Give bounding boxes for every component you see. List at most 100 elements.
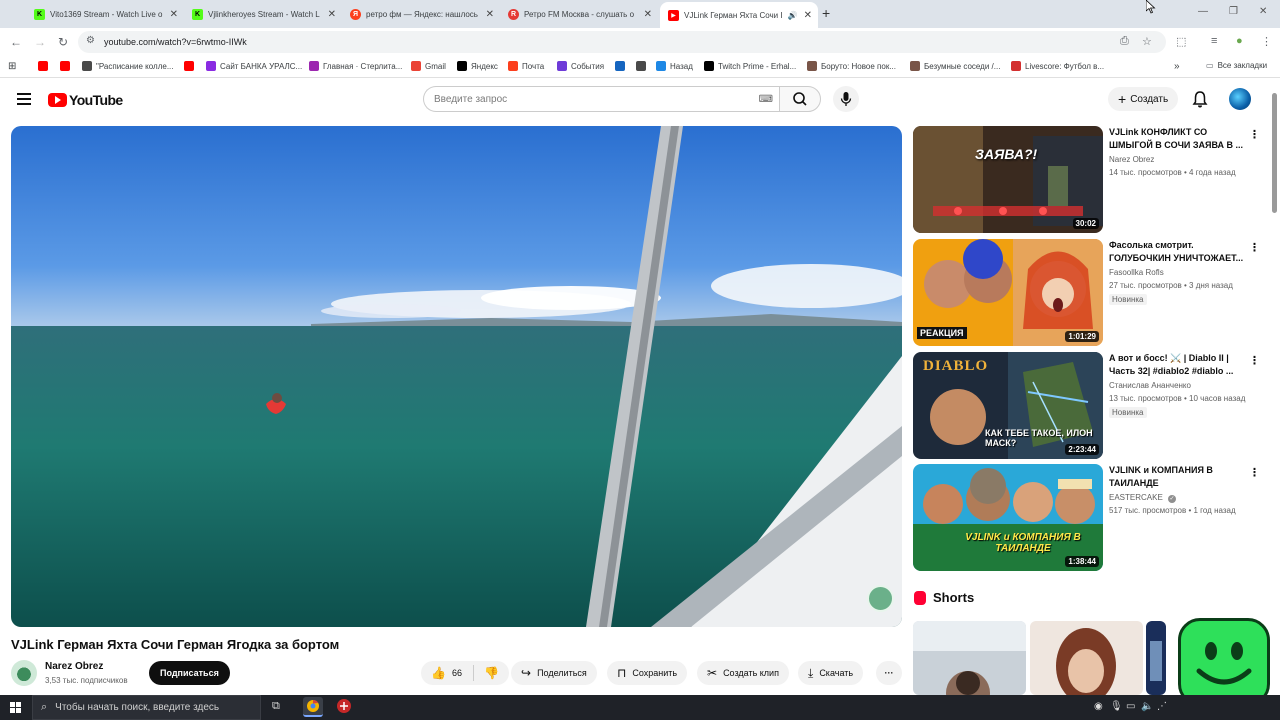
bookmark-item[interactable]: Livescore: Футбол в... xyxy=(1011,61,1104,71)
bookmark-item[interactable]: Gmail xyxy=(411,61,446,71)
reading-list-icon[interactable]: ≡ xyxy=(1211,35,1217,47)
browser-tab[interactable]: Я ретро фм — Яндекс: нашлось ✕ xyxy=(342,4,500,24)
bookmark-item[interactable]: Сайт БАНКА УРАЛС... xyxy=(206,61,302,71)
site-info-icon[interactable]: ⚙ xyxy=(86,35,95,46)
more-bookmarks-icon[interactable]: » xyxy=(1174,61,1180,72)
short-thumbnail[interactable] xyxy=(913,621,1026,695)
omnibox[interactable]: ⚙ youtube.com/watch?v=6rwtmo-IIWk ⎙ ☆ xyxy=(78,31,1166,53)
bookmark-item[interactable]: Безумные соседи /... xyxy=(910,61,1000,71)
voice-search-button[interactable] xyxy=(833,86,859,112)
recommendation-title[interactable]: А вот и босс! ⚔️ | Diablo II | Часть 32|… xyxy=(1109,352,1245,378)
search-input[interactable]: Введите запрос ⌨ xyxy=(423,86,779,112)
search-button[interactable] xyxy=(779,86,821,112)
close-tab-icon[interactable]: ✕ xyxy=(328,9,336,20)
more-actions-button[interactable]: ··· xyxy=(876,661,902,685)
recommendation-channel[interactable]: EASTERCAKE ✓ xyxy=(1109,493,1177,503)
close-tab-icon[interactable]: ✕ xyxy=(486,9,494,20)
channel-watermark[interactable] xyxy=(867,585,894,612)
bookmark-item[interactable]: Twitch Prime - Erhal... xyxy=(704,61,796,71)
recommendation-channel[interactable]: Narez Obrez xyxy=(1109,155,1154,164)
bookmark-item[interactable]: Яндекс xyxy=(457,61,498,71)
forward-icon[interactable]: → xyxy=(34,35,46,49)
youtube-logo[interactable]: YouTube xyxy=(48,92,123,108)
profile-icon[interactable]: ● xyxy=(1236,35,1243,47)
kebab-menu-icon[interactable]: ⋮ xyxy=(1249,466,1260,479)
app-taskbar-icon[interactable] xyxy=(336,698,352,714)
back-icon[interactable]: ← xyxy=(10,35,22,49)
subscribe-button[interactable]: Подписаться xyxy=(149,661,230,685)
video-thumbnail[interactable]: РЕАКЦИЯ 1:01:29 xyxy=(913,239,1103,346)
url-text[interactable]: youtube.com/watch?v=6rwtmo-IIWk xyxy=(104,37,247,47)
all-bookmarks-folder[interactable]: ▭ Все закладки xyxy=(1206,61,1267,70)
bookmark-item[interactable]: "Расписание колле... xyxy=(82,61,173,71)
reload-icon[interactable]: ↻ xyxy=(58,35,68,49)
volume-icon[interactable]: 🔈 xyxy=(1141,701,1153,712)
recommendation-channel[interactable]: Fasoollka Rofls xyxy=(1109,268,1164,277)
create-button[interactable]: + Создать xyxy=(1108,87,1179,111)
restore-icon[interactable]: ❐ xyxy=(1229,6,1238,17)
taskbar-search-input[interactable]: ⌕ Чтобы начать поиск, введите здесь xyxy=(32,695,261,720)
bookmark-item[interactable] xyxy=(38,61,52,71)
browser-menu-icon[interactable]: ⋮ xyxy=(1261,35,1272,48)
speaker-icon[interactable]: 🔊 xyxy=(788,11,798,20)
video-player[interactable] xyxy=(11,126,902,627)
channel-avatar[interactable] xyxy=(11,660,37,686)
kebab-menu-icon[interactable]: ⋮ xyxy=(1249,241,1260,254)
notifications-bell-icon[interactable] xyxy=(1192,90,1208,108)
video-thumbnail[interactable]: DIABLO КАК ТЕБЕ ТАКОЕ, ИЛОН МАСК? 2:23:4… xyxy=(913,352,1103,459)
tray-more-icon[interactable]: ⋰ xyxy=(1157,701,1167,712)
bookmark-item[interactable]: Главная · Стерлита... xyxy=(309,61,402,71)
hamburger-menu-icon[interactable] xyxy=(17,93,31,105)
bookmark-item[interactable]: Боруто: Новое пок... xyxy=(807,61,896,71)
task-view-icon[interactable]: ⧉ xyxy=(272,700,280,713)
clip-button[interactable]: ✂ Создать клип xyxy=(697,661,789,685)
microphone-tray-icon[interactable]: 🎙 xyxy=(1110,701,1123,712)
share-button[interactable]: ↪ Поделиться xyxy=(511,661,597,685)
extensions-icon[interactable]: ⬚ xyxy=(1176,35,1186,48)
recommendation-title[interactable]: VJLink КОНФЛИКТ СО ШМЫГОЙ В СОЧИ ЗАЯВА В… xyxy=(1109,126,1245,152)
bookmark-star-icon[interactable]: ☆ xyxy=(1142,35,1152,48)
window-close-icon[interactable]: ✕ xyxy=(1259,6,1267,17)
short-thumbnail[interactable] xyxy=(1146,621,1166,695)
short-thumbnail[interactable] xyxy=(1030,621,1143,695)
tray-app-icon[interactable]: ◉ xyxy=(1094,701,1103,712)
browser-tab[interactable]: K Vito1369 Stream - Watch Live o ✕ xyxy=(26,4,184,24)
apps-grid-icon[interactable]: ⊞ xyxy=(8,61,16,72)
video-thumbnail[interactable]: VJLINK и КОМПАНИЯ В ТАИЛАНДЕ 1:38:44 xyxy=(913,464,1103,571)
close-tab-icon[interactable]: ✕ xyxy=(644,9,652,20)
browser-tab-active[interactable]: ▶ VJLink Герман Яхта Сочи I 🔊 ✕ xyxy=(660,2,818,28)
bookmark-item[interactable]: Назад xyxy=(656,61,693,71)
account-avatar[interactable] xyxy=(1229,88,1251,110)
network-icon[interactable]: ▭ xyxy=(1126,701,1135,712)
bookmark-item[interactable] xyxy=(636,61,650,71)
recommendation-item[interactable]: РЕАКЦИЯ 1:01:29 Фасолька смотрит. ГОЛУБО… xyxy=(913,239,1273,347)
keyboard-icon[interactable]: ⌨ xyxy=(759,94,773,105)
like-button[interactable]: 👍 66 xyxy=(421,665,474,681)
page-scrollbar[interactable] xyxy=(1271,85,1278,695)
browser-tab[interactable]: K Vjlinkheroyes Stream - Watch L ✕ xyxy=(184,4,342,24)
bookmark-item[interactable] xyxy=(184,61,198,71)
kebab-menu-icon[interactable]: ⋮ xyxy=(1249,128,1260,141)
download-button[interactable]: ⤓ Скачать xyxy=(798,661,864,685)
close-tab-icon[interactable]: ✕ xyxy=(804,10,812,21)
kebab-menu-icon[interactable]: ⋮ xyxy=(1249,354,1260,367)
channel-name[interactable]: Narez Obrez xyxy=(45,661,103,672)
minimize-icon[interactable]: — xyxy=(1198,6,1208,17)
recommendation-title[interactable]: VJLINK и КОМПАНИЯ В ТАИЛАНДЕ xyxy=(1109,464,1245,490)
recommendation-item[interactable]: VJLINK и КОМПАНИЯ В ТАИЛАНДЕ 1:38:44 VJL… xyxy=(913,464,1273,572)
bookmark-item[interactable]: Почта xyxy=(508,61,544,71)
save-button[interactable]: ⊓ Сохранить xyxy=(607,661,688,685)
browser-tab[interactable]: R Ретро FM Москва - слушать о ✕ xyxy=(500,4,658,24)
dislike-button[interactable]: 👎 xyxy=(474,666,499,680)
video-thumbnail[interactable]: ЗАЯВА?! 30:02 xyxy=(913,126,1103,233)
recommendation-channel[interactable]: Станислав Ананченко xyxy=(1109,381,1191,390)
close-tab-icon[interactable]: ✕ xyxy=(170,9,178,20)
bookmark-item[interactable] xyxy=(615,61,629,71)
bookmark-item[interactable] xyxy=(60,61,74,71)
scrollbar-thumb[interactable] xyxy=(1272,93,1277,213)
bookmark-item[interactable]: События xyxy=(557,61,604,71)
install-app-icon[interactable]: ⎙ xyxy=(1120,35,1129,48)
recommendation-title[interactable]: Фасолька смотрит. ГОЛУБОЧКИН УНИЧТОЖАЕТ.… xyxy=(1109,239,1245,265)
chrome-taskbar-icon[interactable] xyxy=(303,697,323,717)
new-tab-button[interactable]: + xyxy=(822,5,830,21)
